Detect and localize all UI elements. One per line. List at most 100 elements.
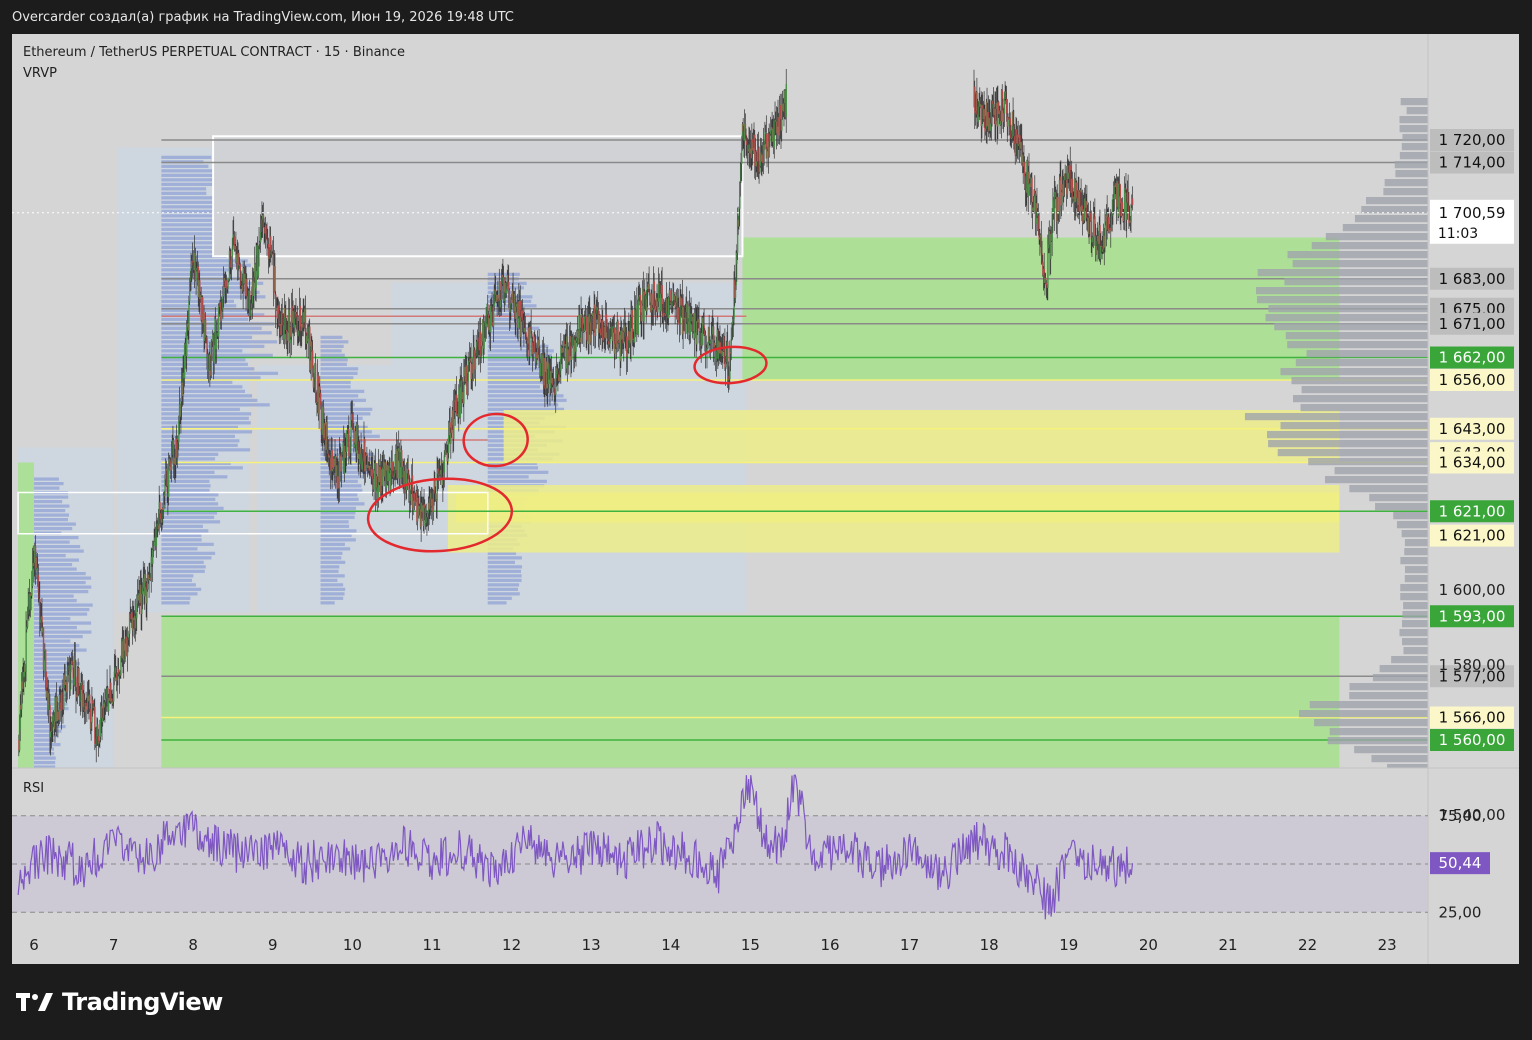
profile-bar bbox=[320, 542, 345, 546]
price-tag-5: 1 662,00 bbox=[1439, 349, 1506, 367]
vrvp-bar bbox=[1400, 98, 1428, 106]
profile-bar bbox=[487, 385, 540, 389]
time-tick-6: 6 bbox=[29, 936, 39, 954]
candle-body bbox=[25, 629, 27, 672]
profile-bar bbox=[161, 542, 214, 546]
profile-bar bbox=[487, 376, 547, 380]
chart-panel[interactable]: 1 720,00 1 714,00 1 683,00 1 675,00 1 671,00… bbox=[12, 34, 1519, 964]
profile-bar bbox=[161, 506, 224, 510]
candle-body bbox=[348, 428, 350, 457]
candle-body bbox=[641, 303, 643, 322]
profile-bar bbox=[161, 394, 253, 398]
vrvp-bar bbox=[1401, 530, 1428, 538]
profile-bar bbox=[34, 603, 93, 607]
profile-bar bbox=[34, 536, 79, 540]
vrvp-bar bbox=[1265, 314, 1428, 322]
vrvp-bar bbox=[1404, 575, 1428, 583]
profile-bar bbox=[34, 635, 83, 639]
vrvp-bar bbox=[1404, 566, 1428, 574]
candle-body bbox=[195, 269, 197, 281]
profile-bar bbox=[34, 752, 55, 756]
candle-body bbox=[153, 542, 155, 547]
zone-yellow-1 bbox=[503, 410, 1340, 463]
profile-bar bbox=[161, 569, 205, 573]
profile-bar bbox=[320, 538, 356, 542]
vrvp-bar bbox=[1379, 665, 1428, 673]
indicator-vrvp-label[interactable]: VRVP bbox=[23, 66, 57, 81]
vrvp-bar bbox=[1314, 719, 1428, 727]
candle-body bbox=[1131, 198, 1134, 205]
time-axis[interactable]: 6 7 8 9 10 11 12 13 14 15 16 17 18 19 20 21 22 23 bbox=[29, 936, 1397, 954]
vrvp-bar bbox=[1371, 755, 1428, 763]
profile-bar bbox=[320, 407, 373, 411]
profile-bar bbox=[161, 272, 226, 276]
symbol-title[interactable]: Ethereum / TetherUS PERPETUAL CONTRACT ·… bbox=[23, 45, 405, 60]
price-tag-12: 1 593,00 bbox=[1439, 607, 1506, 625]
profile-bar bbox=[34, 522, 76, 526]
price-axis[interactable]: 1 720,001 714,001 683,001 675,001 671,00… bbox=[1430, 129, 1514, 824]
profile-bar bbox=[320, 353, 345, 357]
profile-bar bbox=[34, 576, 92, 580]
vrvp-bar bbox=[1399, 125, 1428, 133]
profile-bar bbox=[34, 653, 75, 657]
profile-bar bbox=[320, 389, 365, 393]
time-tick-11: 11 bbox=[422, 936, 441, 954]
profile-bar bbox=[161, 430, 253, 434]
vrvp-bar bbox=[1324, 476, 1428, 484]
rsi-pane[interactable]: 75,00 25,00 50,44 bbox=[12, 774, 1490, 921]
vrvp-bar bbox=[1268, 440, 1428, 448]
price-tag-14: 1 566,00 bbox=[1439, 709, 1506, 727]
candle-body bbox=[785, 83, 788, 117]
time-tick-12: 12 bbox=[502, 936, 521, 954]
profile-bar bbox=[320, 560, 346, 564]
profile-bar bbox=[161, 524, 203, 528]
candle-body bbox=[338, 453, 341, 489]
candle-body bbox=[637, 297, 640, 335]
profile-bar bbox=[34, 761, 56, 765]
time-tick-19: 19 bbox=[1059, 936, 1078, 954]
vrvp-bar bbox=[1292, 395, 1428, 403]
profile-bar bbox=[320, 488, 363, 492]
vrvp-bar bbox=[1255, 287, 1428, 295]
candle-body bbox=[340, 455, 343, 472]
profile-bar bbox=[320, 358, 348, 362]
profile-bar bbox=[161, 583, 196, 587]
candle-body bbox=[435, 493, 437, 500]
profile-bar bbox=[161, 574, 194, 578]
profile-bar bbox=[34, 527, 73, 531]
vrvp-bar bbox=[1354, 746, 1428, 754]
vrvp-bar bbox=[1284, 278, 1428, 286]
profile-bar bbox=[34, 504, 70, 508]
vrvp-bar bbox=[1395, 170, 1428, 178]
candle-body bbox=[585, 316, 587, 334]
price-tick-0: 1 600,00 bbox=[1439, 581, 1506, 599]
chart-svg[interactable]: 1 720,001 714,001 683,001 675,001 671,00… bbox=[12, 34, 1519, 964]
vrvp-bar bbox=[1285, 332, 1428, 340]
profile-bar bbox=[320, 344, 344, 348]
candle-body bbox=[639, 294, 642, 316]
profile-bar bbox=[34, 590, 89, 594]
profile-bar bbox=[34, 572, 86, 576]
rsi-label[interactable]: RSI bbox=[23, 781, 44, 796]
last-price-tag: 1 700,59 bbox=[1439, 204, 1506, 222]
profile-bar bbox=[161, 196, 217, 200]
vrvp-bar bbox=[1404, 548, 1428, 556]
profile-bar bbox=[161, 529, 209, 533]
vrvp-bar bbox=[1309, 701, 1428, 709]
rsi-tick-1: 25,00 bbox=[1439, 903, 1482, 921]
candle-body bbox=[70, 664, 72, 673]
profile-bar bbox=[34, 675, 63, 679]
candle-body bbox=[167, 469, 170, 497]
profile-bar bbox=[161, 173, 214, 177]
candle-body bbox=[707, 342, 709, 349]
main-pane[interactable] bbox=[12, 68, 1428, 852]
profile-bar bbox=[320, 403, 355, 407]
profile-bar bbox=[161, 565, 206, 569]
vrvp-bar bbox=[1308, 458, 1428, 466]
profile-bar bbox=[320, 578, 338, 582]
profile-bar bbox=[34, 585, 92, 589]
vrvp-bar bbox=[1399, 629, 1428, 637]
profile-bar bbox=[320, 515, 355, 519]
profile-bar bbox=[487, 596, 512, 600]
vrvp-bar bbox=[1311, 242, 1428, 250]
